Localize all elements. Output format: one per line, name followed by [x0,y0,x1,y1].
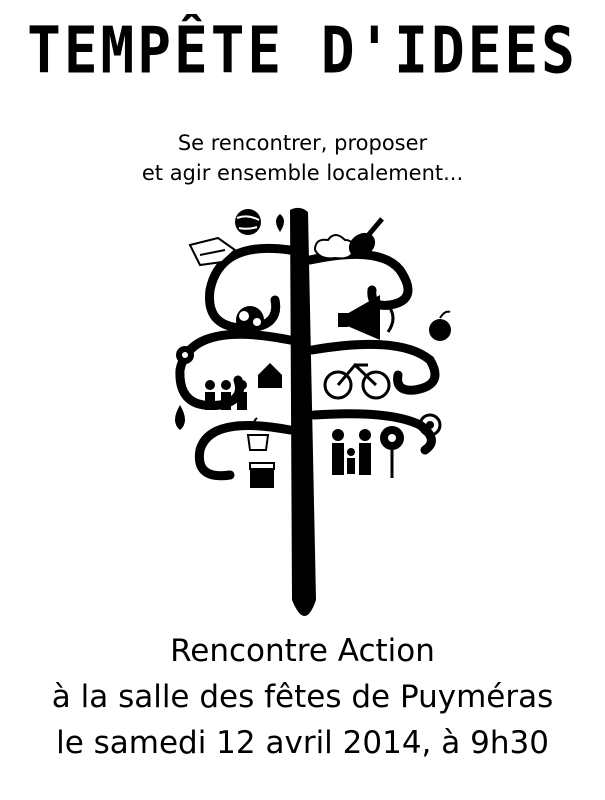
idea-tree-illustration [175,207,451,616]
branch-left-3 [194,421,295,481]
apple-icon [429,310,451,341]
globe-icon [235,209,261,235]
flower-icon [176,346,194,364]
cloud-icon [313,234,355,260]
event-date: le samedi 12 avril 2014, à 9h30 [56,725,549,761]
tagline-line-1: Se rencontrer, proposer [177,131,428,155]
film-clapper-icon [249,462,275,488]
event-location: à la salle des fêtes de Puyméras [51,679,554,715]
people-icon [205,380,247,410]
poster-title: TEMPÊTE D'IDEES [27,14,578,89]
tagline-line-2: et agir ensemble localement... [141,161,464,185]
tagline: Se rencontrer, proposer et agir ensemble… [0,128,605,188]
water-drop-icon [175,405,185,430]
family-icon [332,429,371,475]
event-heading: Rencontre Action [170,633,435,669]
bicycle-icon [323,362,391,400]
fruit-basket-icon [236,306,264,334]
recycle-icon [380,426,404,478]
leaf-icon [276,214,284,232]
house-icon [258,363,282,388]
branch-right-1 [305,249,413,310]
branch-right-3 [309,409,436,455]
event-info: Rencontre Action à la salle des fêtes de… [0,628,605,766]
